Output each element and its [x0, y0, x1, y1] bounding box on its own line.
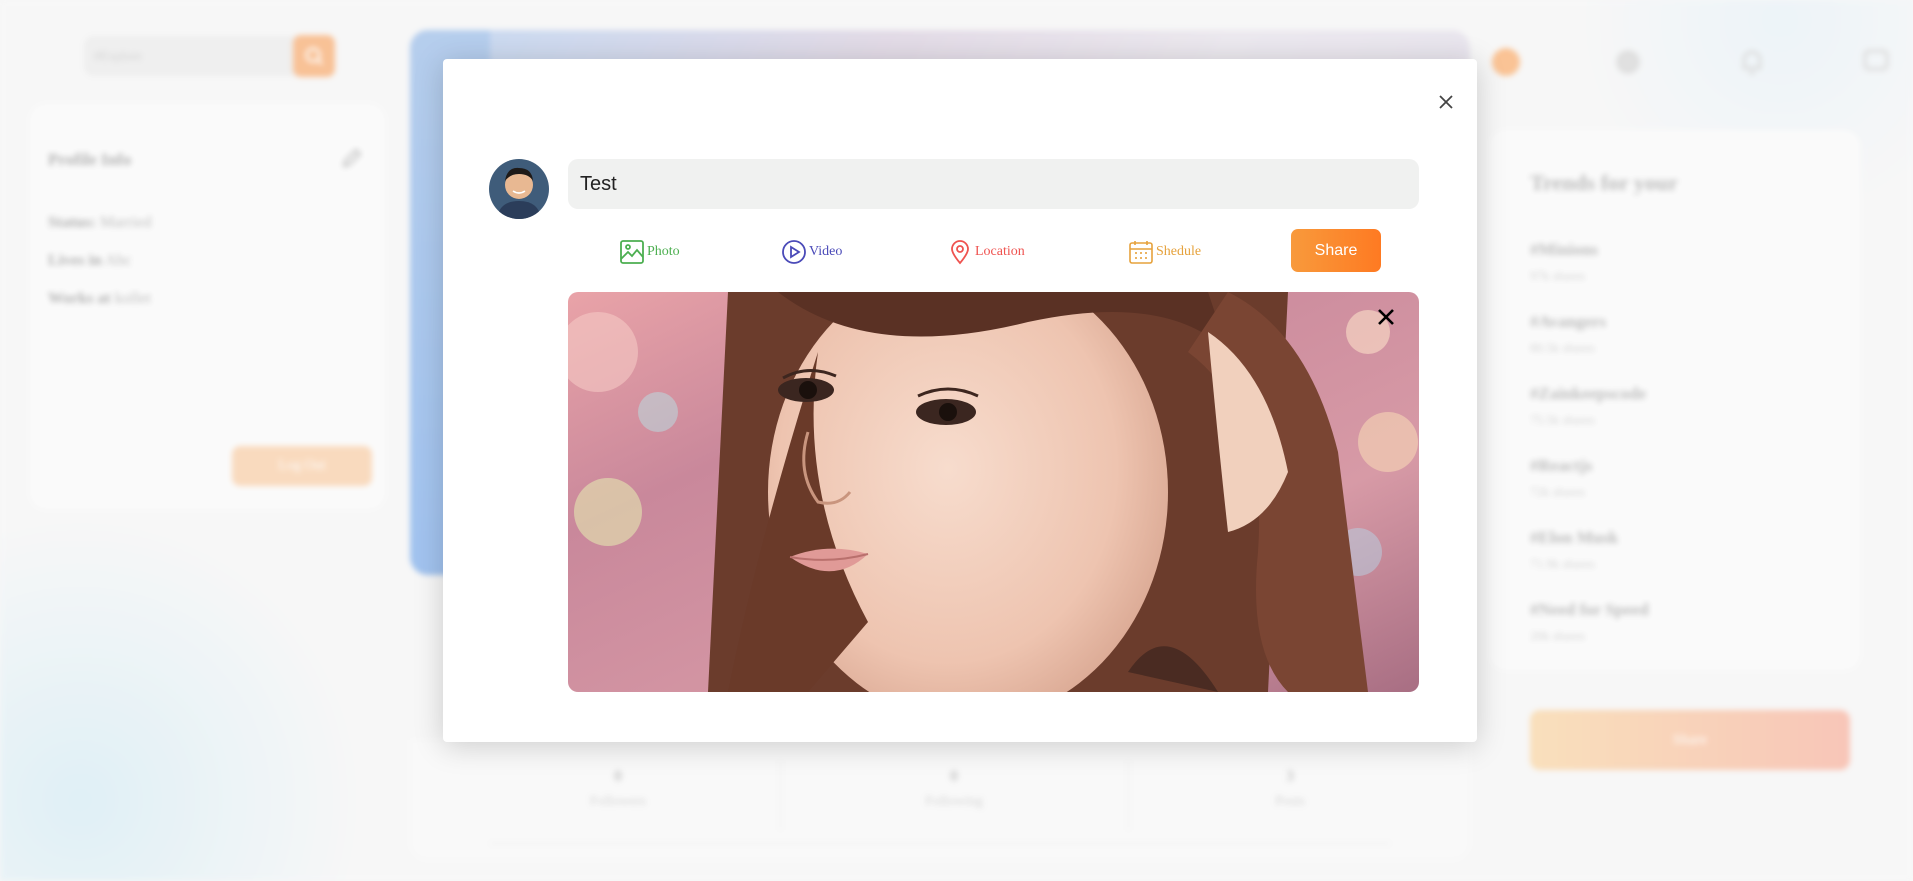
location-label: Location: [975, 244, 1025, 259]
remove-image-icon[interactable]: [1375, 306, 1397, 328]
photo-label: Photo: [647, 244, 680, 259]
close-icon[interactable]: [1436, 92, 1456, 112]
calendar-icon: [1129, 241, 1153, 264]
location-pin-icon: [951, 240, 969, 265]
video-label: Video: [809, 244, 843, 259]
image-icon: [620, 240, 644, 264]
photo-option[interactable]: Photo: [619, 237, 680, 267]
post-text-input[interactable]: [568, 159, 1419, 209]
schedule-option[interactable]: Shedule: [1128, 237, 1201, 267]
share-button[interactable]: Share: [1291, 229, 1381, 272]
avatar: [489, 159, 549, 219]
avatar-photo: [489, 159, 549, 219]
preview-photo: [568, 292, 1419, 692]
share-post-modal: Photo Video Location Shedule Share: [443, 59, 1477, 742]
play-circle-icon: [782, 240, 806, 264]
video-option[interactable]: Video: [781, 237, 842, 267]
location-option[interactable]: Location: [947, 237, 1025, 267]
image-preview: [568, 292, 1419, 692]
schedule-label: Shedule: [1156, 244, 1202, 259]
